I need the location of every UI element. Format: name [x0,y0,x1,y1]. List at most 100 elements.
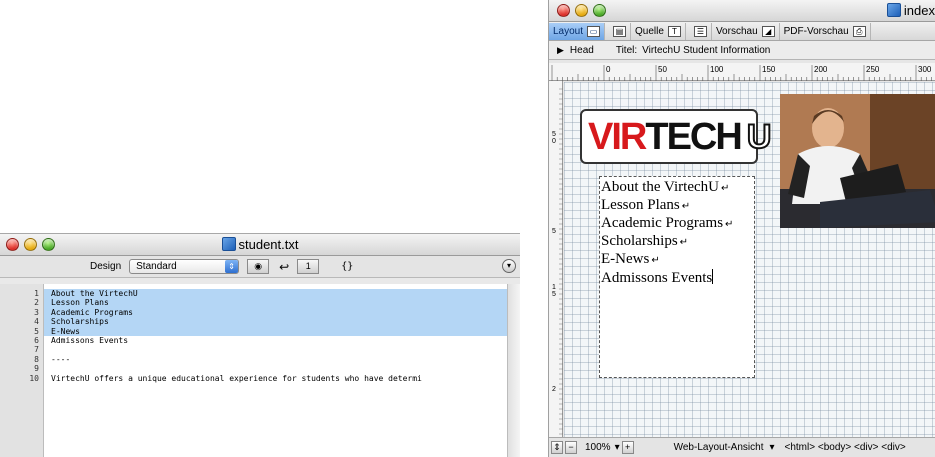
tab-pdf-preview[interactable]: PDF-Vorschau ⎙ [780,22,871,40]
tab-label: PDF-Vorschau [783,25,849,37]
tab-frames[interactable]: ▤ [605,22,632,40]
student-with-laptop-image [780,94,935,228]
nav-text: E-News [601,251,650,267]
ruler-side-ticks: 505152 [552,88,563,435]
view-tab-bar: Layout ▭ ▤ Quelle T ☰ Vorschau ◢ PDF-Vor… [549,22,935,41]
line-number: 2 [34,298,39,308]
line-number: 8 [34,354,39,364]
code-line[interactable]: Academic Programs [44,307,507,318]
frames-icon: ▤ [613,25,627,37]
nav-line[interactable]: Lesson Plans ↵ [601,197,754,215]
line-number: 6 [34,336,39,346]
tab-label: Vorschau [715,25,758,37]
window-title-text: student.txt [238,237,299,252]
zoom-level[interactable]: 100% [585,442,611,453]
zoom-button[interactable] [593,4,606,17]
source-icon: T [667,25,681,37]
ruler-side-label: 1 [552,284,556,291]
code-line[interactable]: E-News [44,326,507,336]
ruler-side-label: 0 [552,138,556,145]
code-line[interactable]: About the VirtechU [44,289,507,299]
minimize-button[interactable] [575,4,588,17]
head-label: Head [569,44,594,56]
code-line[interactable] [44,345,507,354]
chevron-updown-icon: ⇕ [225,260,239,273]
braces-button[interactable]: {} [341,261,353,272]
return-icon: ↵ [725,219,734,230]
view-icon[interactable]: ◉ [247,259,270,274]
line-number-button[interactable]: 1 [297,259,320,274]
stepper-icon[interactable]: ⇕ [551,441,563,454]
return-icon: ↵ [651,255,660,266]
layout-editor-window: index Layout ▭ ▤ Quelle T ☰ Vorschau ◢ P… [548,0,935,457]
editor-area: 1 2 3 4 5 6 7 8 9 10 About the VirtechU … [0,284,520,457]
line-number: 3 [34,307,39,317]
nav-text: Academic Programs [601,215,724,231]
nav-line[interactable]: Admissons Events [601,269,754,287]
ruler-label: 0 [606,65,611,74]
design-select-value: Standard [136,261,177,272]
chevron-down-icon[interactable]: ▾ [769,442,774,453]
logo-text-black: TECH [645,115,742,158]
vertical-scrollbar[interactable] [507,284,520,457]
tab-preview[interactable]: Vorschau ◢ [712,22,780,40]
head-bar: ▶ Head Titel: VirtechU Student Informati… [549,41,935,60]
preview-icon: ◢ [761,25,775,37]
zoom-in-button[interactable]: + [621,441,634,454]
code-line[interactable]: Scholarships [44,317,507,327]
line-number-gutter: 1 2 3 4 5 6 7 8 9 10 [0,284,44,457]
tab-layout[interactable]: Layout ▭ [549,22,606,40]
ruler-label: 200 [814,65,828,74]
virtechu-logo[interactable]: VIR TECH U [580,109,772,164]
zoom-out-button[interactable]: − [565,441,577,454]
nav-line[interactable]: About the VirtechU ↵ [601,179,754,197]
return-icon: ↵ [720,183,730,194]
line-number: 1 [34,289,39,298]
tab-outline[interactable]: ☰ [686,22,712,40]
design-select[interactable]: Standard ⇕ [129,259,240,274]
tab-label: Layout [553,25,584,37]
ruler-ticks: 0 50 100 150 200 250 300 [551,65,932,81]
view-mode-select[interactable]: Web-Layout-Ansicht [674,442,764,453]
title-bar[interactable]: student.txt [0,234,520,256]
nav-line[interactable]: E-News ↵ [601,251,754,269]
tag-breadcrumb[interactable]: <html> <body> <div> <div> [785,442,906,453]
page-title-field[interactable]: VirtechU Student Information [642,45,770,56]
code-line[interactable]: Lesson Plans [44,298,507,308]
title-bar[interactable]: index [549,0,935,22]
close-button[interactable] [557,4,570,17]
layout-icon: ▭ [587,25,601,37]
nav-text: About the VirtechU [601,179,719,195]
line-number: 9 [34,364,39,374]
disclosure-triangle-icon[interactable]: ▶ [557,45,564,56]
navigation-text-box[interactable]: About the VirtechU ↵ Lesson Plans ↵ Academ… [599,176,755,378]
tab-source[interactable]: Quelle T [631,22,686,40]
student-photo[interactable] [780,94,935,228]
return-icon: ↵ [679,237,689,248]
selected-text[interactable]: Admissons Events [51,336,128,345]
nav-text: Lesson Plans [601,197,680,213]
ruler-label: 300 [918,65,932,74]
text-content[interactable]: About the VirtechU Lesson Plans Academic… [44,284,507,457]
code-line[interactable]: Admissons Events [44,336,507,345]
window-controls [557,4,606,17]
code-line[interactable]: VirtechU offers a unique educational exp… [44,374,507,383]
code-line[interactable]: ---- [44,355,507,364]
nav-line[interactable]: Scholarships ↵ [601,233,754,251]
code-line[interactable] [44,364,507,373]
window-title: index [886,3,935,18]
design-label: Design [90,261,122,272]
nav-line[interactable]: Academic Programs ↵ [601,215,754,233]
tab-label: Quelle [635,25,664,37]
ruler-side-label: 5 [552,131,556,138]
horizontal-ruler: 0 50 100 150 200 250 300 [549,63,935,81]
chevron-down-icon[interactable]: ▾ [615,442,620,453]
text-caret [712,269,714,284]
line-number: 7 [34,345,39,355]
return-icon[interactable]: ↩ [279,260,289,274]
layout-canvas[interactable]: VIR TECH U About the VirtechU ↵ Lesson Plan… [564,82,935,437]
options-icon[interactable]: ▾ [502,259,516,273]
line-number: 5 [34,326,39,336]
status-bar: ⇕ − 100% ▾ + Web-Layout-Ansicht ▾ <html>… [549,437,935,457]
window-title-text: index [903,3,935,18]
